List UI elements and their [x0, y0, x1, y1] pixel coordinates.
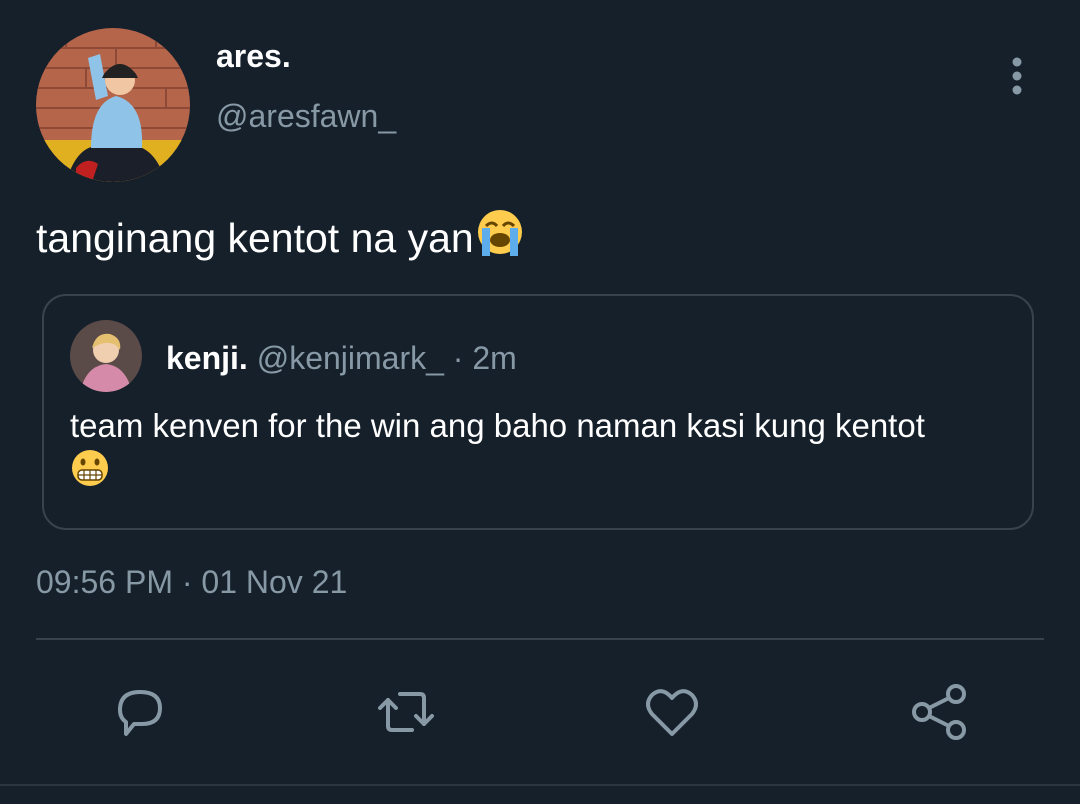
bottom-divider	[0, 784, 1080, 786]
quoted-display-name: kenji.	[166, 340, 248, 376]
share-icon[interactable]	[908, 680, 972, 744]
quoted-tweet[interactable]: kenji. @kenjimark_ · 2m team kenven for …	[42, 294, 1034, 530]
author-display-name[interactable]: ares.	[216, 38, 291, 75]
like-icon[interactable]	[640, 680, 704, 744]
quoted-body: team kenven for the win ang baho naman k…	[70, 407, 925, 444]
quoted-separator: ·	[452, 340, 464, 376]
timestamp-time: 09:56 PM	[36, 564, 173, 600]
timestamp-date: 01 Nov 21	[201, 564, 348, 600]
quoted-handle: @kenjimark_	[256, 340, 444, 376]
divider	[36, 638, 1044, 640]
more-options-icon[interactable]	[1000, 54, 1034, 100]
retweet-icon[interactable]	[374, 680, 438, 744]
grimacing-face-icon	[70, 448, 110, 499]
reply-icon[interactable]	[108, 680, 172, 744]
quoted-text: team kenven for the win ang baho naman k…	[70, 404, 1020, 499]
tweet-text: tanginang kentot na yan	[36, 206, 526, 270]
timestamp-separator: ·	[181, 564, 193, 600]
tweet-body: tanginang kentot na yan	[36, 215, 474, 261]
quoted-header: kenji. @kenjimark_ · 2m	[166, 340, 517, 377]
tweet-timestamp: 09:56 PM · 01 Nov 21	[36, 564, 347, 601]
author-handle[interactable]: @aresfawn_	[216, 98, 396, 135]
quoted-author-avatar	[70, 320, 142, 392]
author-avatar[interactable]	[36, 28, 190, 182]
loudly-crying-face-icon	[474, 206, 526, 270]
quoted-time-ago: 2m	[472, 340, 517, 376]
